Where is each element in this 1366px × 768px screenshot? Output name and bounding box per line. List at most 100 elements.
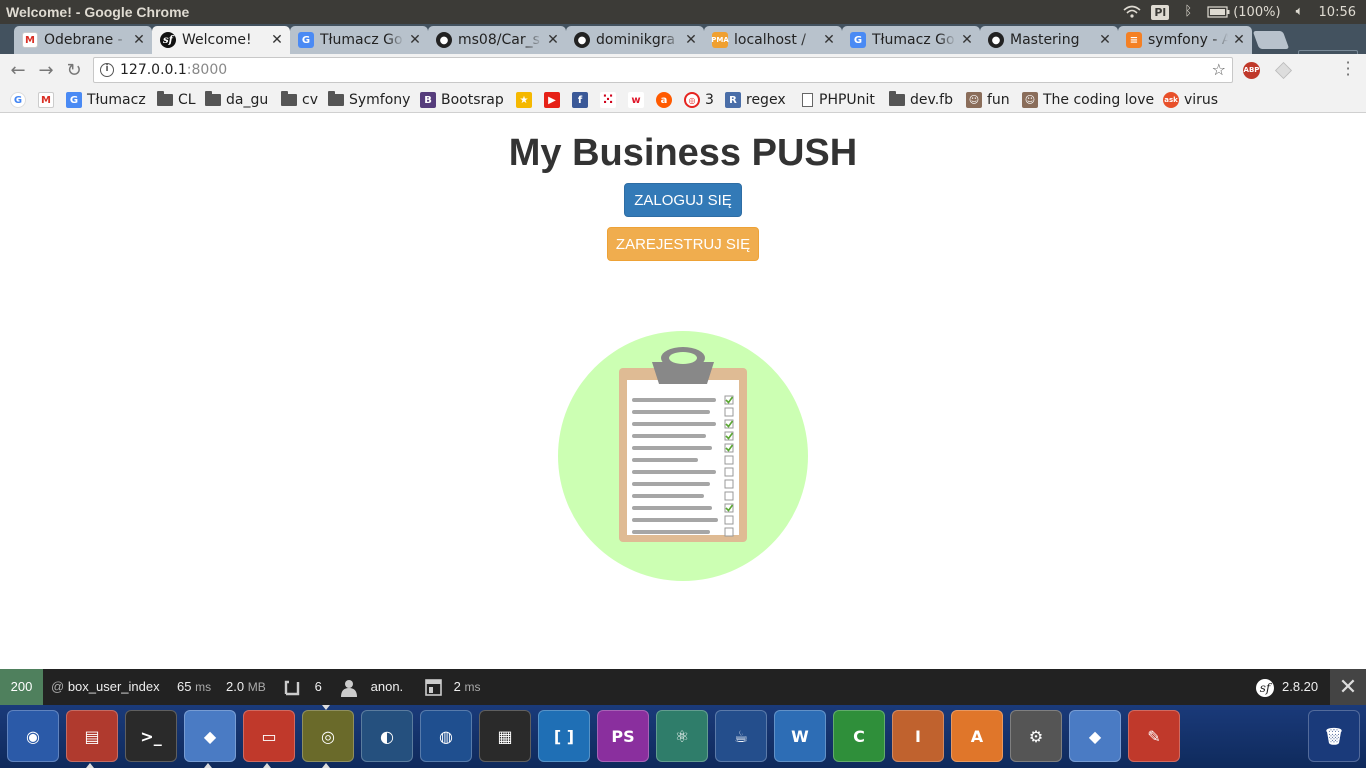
- forward-button[interactable]: →: [34, 59, 58, 83]
- software-center-icon[interactable]: A: [951, 710, 1003, 762]
- tab-localhost[interactable]: PMA localhost / ✕: [704, 26, 842, 54]
- ubuntu-dash-icon[interactable]: ◉: [7, 710, 59, 762]
- libreoffice-writer-icon[interactable]: W: [774, 710, 826, 762]
- info-icon[interactable]: i: [100, 63, 114, 77]
- wifi-icon[interactable]: [1123, 5, 1141, 19]
- tab-translate-2[interactable]: G Tłumacz Go ✕: [842, 26, 980, 54]
- chrome-icon[interactable]: ◎: [302, 710, 354, 762]
- new-tab-button[interactable]: [1252, 31, 1290, 49]
- bookmark-folder-da-gu[interactable]: da_gu: [205, 91, 268, 109]
- bookmark-google[interactable]: G: [10, 91, 31, 109]
- close-icon[interactable]: ✕: [132, 32, 146, 48]
- bookmark-folder-dev-fb[interactable]: dev.fb: [889, 91, 953, 109]
- trash-icon[interactable]: 🗑: [1308, 710, 1360, 762]
- bluetooth-icon[interactable]: ᛒ: [1179, 5, 1197, 19]
- bookmark-facebook[interactable]: f: [572, 91, 593, 109]
- system-settings-icon[interactable]: ⚙: [1010, 710, 1062, 762]
- keyboard-layout-indicator[interactable]: Pl: [1151, 4, 1170, 20]
- phpstorm-icon[interactable]: PS: [597, 710, 649, 762]
- time-info[interactable]: 65 ms: [177, 669, 211, 705]
- register-button[interactable]: ZAREJESTRUJ SIĘ: [607, 227, 759, 261]
- bookmark-target[interactable]: ◎ 3: [684, 91, 714, 109]
- bookmark-folder-cv[interactable]: cv: [281, 91, 318, 109]
- bookmark-bootstrap[interactable]: B Bootsrap: [420, 91, 504, 109]
- close-icon[interactable]: ✕: [1232, 32, 1246, 48]
- tab-github-dominik[interactable]: ● dominikgra ✕: [566, 26, 704, 54]
- checkbox: [724, 515, 734, 525]
- firefox-icon[interactable]: ◍: [420, 710, 472, 762]
- template-icon: [425, 679, 442, 696]
- volume-muted-icon[interactable]: 🔈︎: [1291, 5, 1309, 19]
- close-icon[interactable]: ✕: [270, 32, 284, 48]
- tab-label: localhost /: [734, 32, 807, 48]
- allegro-icon: a: [656, 92, 672, 108]
- symfony-icon: sf: [160, 32, 176, 48]
- brackets-icon[interactable]: [ ]: [538, 710, 590, 762]
- reload-button[interactable]: ↻: [62, 59, 86, 83]
- bookmark-translate[interactable]: G Tłumacz: [66, 91, 146, 109]
- close-icon[interactable]: ✕: [1098, 32, 1112, 48]
- battery-indicator[interactable]: (100%): [1207, 5, 1281, 20]
- bookmark-dots[interactable]: ⁙: [600, 91, 621, 109]
- clock[interactable]: 10:56: [1319, 5, 1356, 20]
- memory-info[interactable]: 2.0 MB: [226, 669, 266, 705]
- bookmark-coding-love[interactable]: ☺ The coding love: [1022, 91, 1154, 109]
- tab-strip: M Odebrane - ✕ sf Welcome! ✕ G Tłumacz G…: [0, 24, 1366, 70]
- bookmark-folder-symfony[interactable]: Symfony: [328, 91, 410, 109]
- symfony-version: 2.8.20: [1282, 679, 1319, 694]
- terminal-icon[interactable]: >_: [125, 710, 177, 762]
- bookmark-folder-cl[interactable]: CL: [157, 91, 196, 109]
- yahoo-icon: ★: [516, 92, 532, 108]
- tab-translate[interactable]: G Tłumacz Go ✕: [290, 26, 428, 54]
- symfony-version-info[interactable]: sf 2.8.20: [1256, 669, 1318, 705]
- libreoffice-calc-icon[interactable]: C: [833, 710, 885, 762]
- libreoffice-impress-icon[interactable]: I: [892, 710, 944, 762]
- document-viewer-icon[interactable]: ✎: [1128, 710, 1180, 762]
- close-icon[interactable]: ✕: [822, 32, 836, 48]
- bookmark-allegro[interactable]: a: [656, 91, 677, 109]
- atom-icon[interactable]: ⚛: [656, 710, 708, 762]
- close-toolbar-button[interactable]: ✕: [1330, 669, 1366, 705]
- route-info[interactable]: @ box_user_index: [51, 669, 160, 705]
- files-icon[interactable]: ▤: [66, 710, 118, 762]
- bookmark-gmail[interactable]: M: [38, 91, 59, 109]
- virtualbox-icon[interactable]: ◆: [184, 710, 236, 762]
- phpmyadmin-icon: PMA: [711, 32, 729, 48]
- tab-stackoverflow[interactable]: ≡ symfony - A ✕: [1118, 26, 1252, 54]
- login-button[interactable]: ZALOGUJ SIĘ: [624, 183, 742, 217]
- close-icon[interactable]: ✕: [408, 32, 422, 48]
- close-icon[interactable]: ✕: [684, 32, 698, 48]
- teapot-icon[interactable]: ☕: [715, 710, 767, 762]
- tab-welcome[interactable]: sf Welcome! ✕: [152, 26, 290, 54]
- close-icon[interactable]: ✕: [546, 32, 560, 48]
- status-code-badge[interactable]: 200: [0, 669, 43, 705]
- page-content: My Business PUSH ZALOGUJ SIĘ ZAREJESTRUJ…: [0, 114, 1366, 669]
- bookmark-star-icon[interactable]: ☆: [1212, 58, 1226, 82]
- tab-github-car[interactable]: ● ms08/Car_s ✕: [428, 26, 566, 54]
- adblock-plus-icon[interactable]: ABP: [1243, 62, 1260, 79]
- page-title: My Business PUSH: [508, 132, 858, 174]
- twig-info[interactable]: 2 ms: [425, 669, 480, 705]
- mysql-workbench-icon[interactable]: ◐: [361, 710, 413, 762]
- virtualbox-cube-icon[interactable]: ◆: [1069, 710, 1121, 762]
- tab-gmail[interactable]: M Odebrane - ✕: [14, 26, 152, 54]
- tab-github-mastering[interactable]: ● Mastering ✕: [980, 26, 1118, 54]
- bookmark-wykop[interactable]: w: [628, 91, 649, 109]
- db-info[interactable]: 6: [283, 669, 322, 705]
- back-button[interactable]: ←: [6, 59, 30, 83]
- close-icon[interactable]: ✕: [960, 32, 974, 48]
- bookmark-yahoo[interactable]: ★: [516, 91, 537, 109]
- remote-desktop-icon[interactable]: ▭: [243, 710, 295, 762]
- rubik-icon[interactable]: ▦: [479, 710, 531, 762]
- bookmark-phpunit[interactable]: PHPUnit: [802, 91, 875, 109]
- bookmark-regex[interactable]: Rregex: [725, 91, 786, 109]
- user-info[interactable]: anon.: [341, 669, 403, 705]
- address-bar[interactable]: i 127.0.0.1:8000 ☆: [93, 57, 1233, 83]
- extension-cube-icon[interactable]: [1275, 62, 1292, 79]
- bookmark-virus[interactable]: ask virus: [1163, 91, 1218, 109]
- bookmark-label: PHPUnit: [819, 92, 875, 108]
- bookmark-youtube[interactable]: ▶: [544, 91, 565, 109]
- menu-icon[interactable]: · · ·: [1342, 55, 1354, 83]
- checkbox: [724, 455, 734, 465]
- bookmark-fun[interactable]: ☺ fun: [966, 91, 1010, 109]
